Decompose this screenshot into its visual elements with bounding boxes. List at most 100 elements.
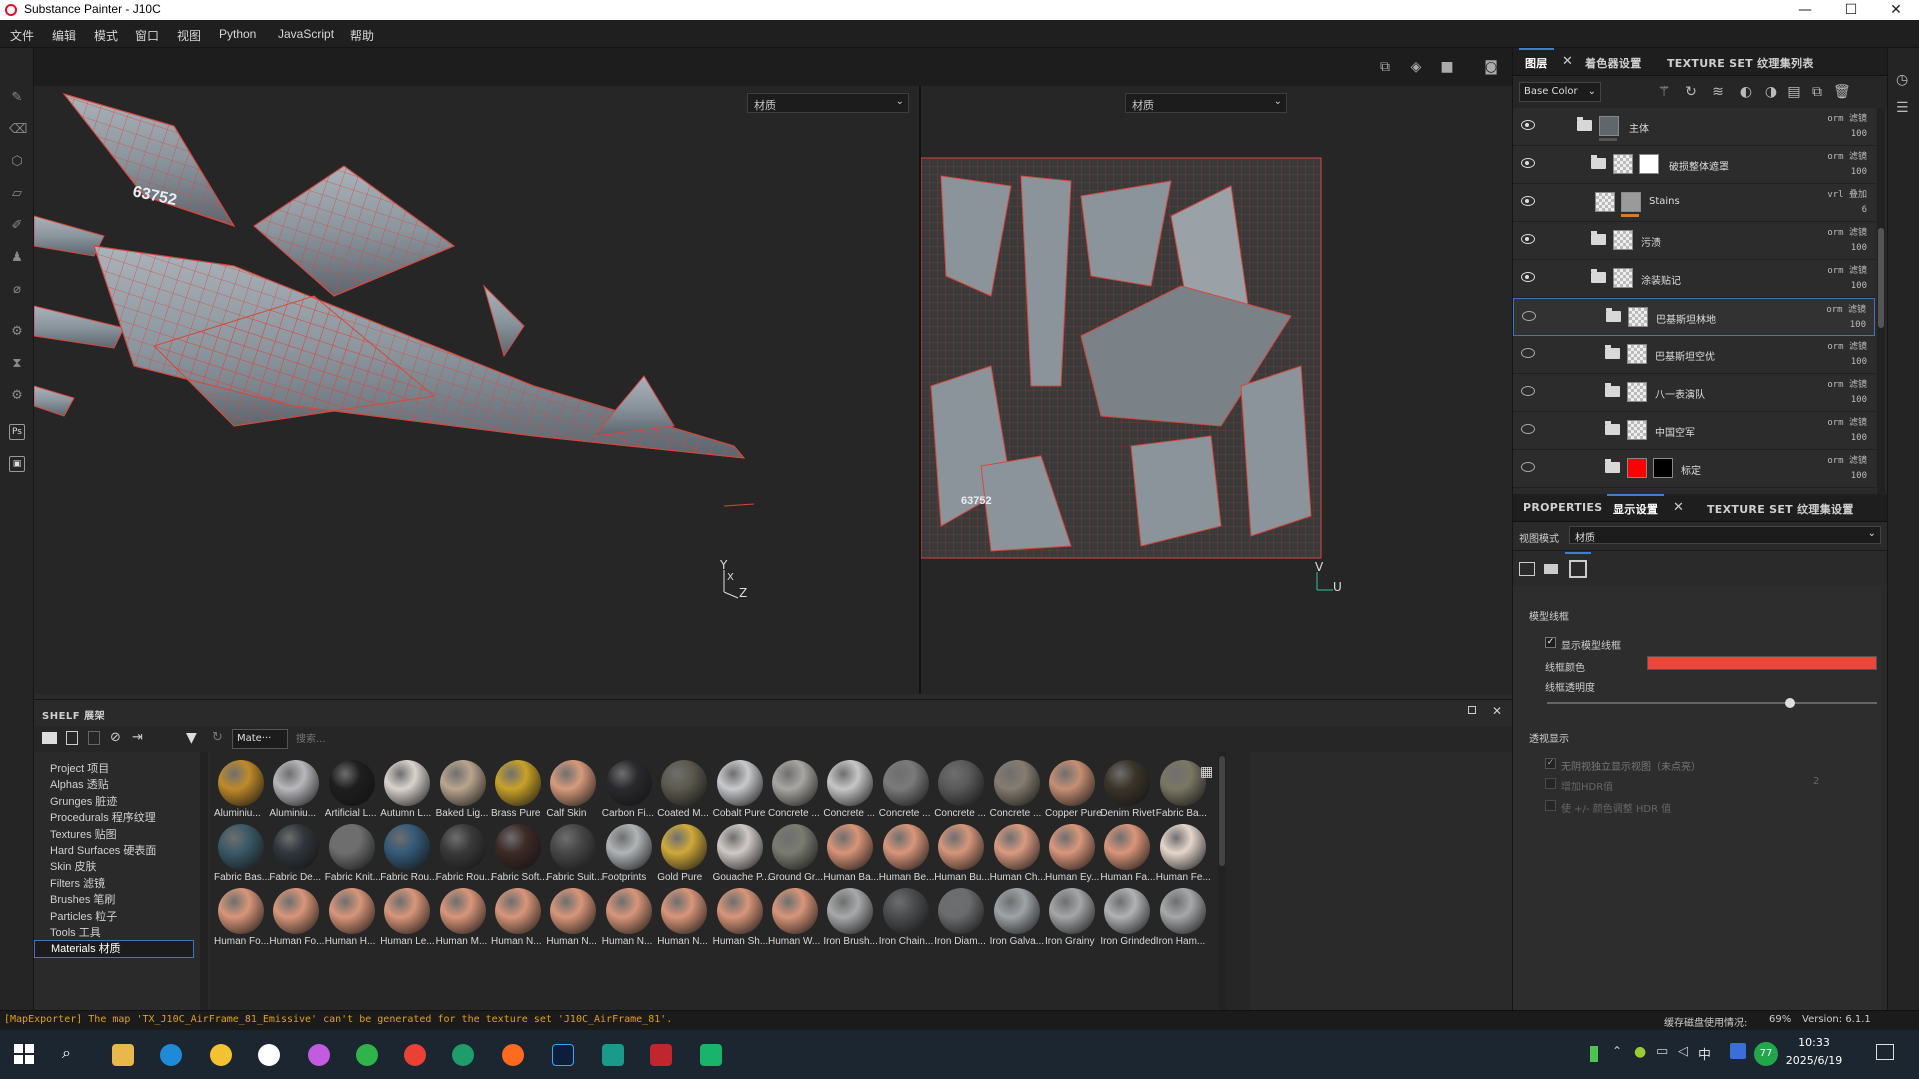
material-thumbnail[interactable]: Concrete ... — [823, 758, 877, 822]
material-thumbnail[interactable]: Concrete ... — [934, 758, 988, 822]
hide-icon[interactable]: ⊘ — [110, 730, 121, 745]
shelf-category-item[interactable]: Brushes 笔刷 — [50, 891, 115, 907]
folder-icon[interactable] — [42, 732, 57, 744]
material-thumbnail[interactable]: Human N... — [546, 886, 600, 950]
screenshot-icon[interactable]: ◙ — [1482, 59, 1500, 75]
material-thumbnail[interactable]: Baked Lig... — [436, 758, 490, 822]
browser-icon[interactable] — [210, 1044, 232, 1066]
show-wireframe-checkbox[interactable]: ✓ — [1545, 637, 1556, 648]
duplicate-icon[interactable]: ⧉ — [1809, 84, 1825, 100]
windows-start-icon[interactable] — [14, 1044, 34, 1064]
wire-color-swatch[interactable] — [1647, 656, 1877, 670]
clock-time[interactable]: 10:33 — [1784, 1036, 1844, 1049]
material-thumbnail[interactable]: Gouache P... — [713, 822, 769, 886]
tab-display-settings[interactable]: 显示设置 — [1606, 494, 1665, 517]
scrollbar-thumb[interactable] — [1878, 228, 1884, 328]
network-icon[interactable]: ▭ — [1656, 1044, 1668, 1059]
material-thumbnail[interactable]: Human Fo... — [214, 886, 269, 950]
qq-icon[interactable] — [258, 1044, 280, 1066]
search-icon[interactable]: ⌕ — [62, 1043, 71, 1063]
paint-brush-icon[interactable]: ✎ — [9, 90, 25, 106]
layer-opacity[interactable]: 6 — [1862, 205, 1867, 215]
visibility-eye-icon[interactable] — [1521, 120, 1535, 130]
tab-texture-set-settings[interactable]: TEXTURE SET 纹理集设置 — [1707, 501, 1854, 517]
material-thumbnail[interactable]: Human Fe... — [1156, 822, 1211, 886]
material-thumbnail[interactable]: Human Fo... — [269, 886, 324, 950]
add-folder-icon[interactable]: ▤ — [1786, 84, 1802, 100]
shelf-category-item[interactable]: Hard Surfaces 硬表面 — [50, 842, 156, 858]
layer-opacity[interactable]: 100 — [1850, 320, 1866, 330]
shelf-search-input[interactable] — [290, 729, 1050, 749]
viewport-uv[interactable]: 材质 ⌄ 63752 V U — [921, 86, 1512, 694]
symmetry-icon[interactable]: ⧉ — [1376, 59, 1394, 75]
save-icon[interactable] — [88, 731, 100, 745]
material-thumbnail[interactable]: Artificial L... — [325, 758, 379, 822]
material-thumbnail[interactable]: Human Bu... — [934, 822, 990, 886]
close-icon[interactable]: ✕ — [1562, 54, 1573, 69]
layer-row[interactable]: 涂装贴记 orm 滤镜 100 — [1513, 260, 1875, 298]
minimize-button[interactable]: — — [1782, 0, 1828, 20]
visibility-eye-icon[interactable] — [1522, 311, 1536, 321]
add-effect-icon[interactable]: ↻ — [1683, 84, 1699, 100]
layer-row[interactable]: 主体 orm 滤镜 100 — [1513, 108, 1875, 146]
visibility-eye-icon[interactable] — [1521, 196, 1535, 206]
filter-tag[interactable]: Mate··· ✕ — [232, 729, 303, 749]
visibility-eye-icon[interactable] — [1521, 348, 1535, 358]
close-icon[interactable]: ✕ — [1492, 704, 1502, 718]
clock-date[interactable]: 2025/6/19 — [1776, 1054, 1852, 1067]
material-thumbnail[interactable]: Human N... — [602, 886, 656, 950]
layer-row[interactable]: 破损整体遮罩 orm 滤镜 100 — [1513, 146, 1875, 184]
material-thumbnail[interactable]: Human Fa... — [1100, 822, 1155, 886]
material-thumbnail[interactable]: Brass Pure — [491, 758, 545, 822]
photoshop-icon[interactable]: Ps — [9, 424, 25, 440]
delete-icon[interactable]: 🗑 — [1833, 84, 1851, 100]
color-picker-icon[interactable]: ⌀ — [9, 282, 25, 298]
file-explorer-icon[interactable] — [112, 1044, 134, 1066]
visibility-eye-icon[interactable] — [1521, 386, 1535, 396]
visibility-eye-icon[interactable] — [1521, 462, 1535, 472]
menu-window[interactable]: 窗口 — [135, 27, 159, 44]
camera-icon[interactable]: ■ — [1438, 59, 1456, 75]
visibility-eye-icon[interactable] — [1521, 424, 1535, 434]
firefox-icon[interactable] — [502, 1044, 524, 1066]
maximize-button[interactable]: ☐ — [1828, 0, 1874, 20]
material-thumbnail[interactable]: Denim Rivet — [1100, 758, 1155, 822]
layer-opacity[interactable]: 100 — [1851, 281, 1867, 291]
material-thumbnail[interactable]: Aluminiu... — [214, 758, 268, 822]
notification-badge[interactable]: 77 — [1754, 1042, 1778, 1066]
photoshop-taskbar-icon[interactable] — [552, 1044, 574, 1066]
close-icon[interactable]: ✕ — [1673, 500, 1684, 515]
layer-blend-mode[interactable]: orm 滤镜 — [1826, 302, 1866, 315]
material-thumbnail[interactable]: Gold Pure — [657, 822, 711, 886]
layer-blend-mode[interactable]: vrl 叠加 — [1827, 187, 1867, 200]
material-thumbnail[interactable]: Fabric Bas... — [214, 822, 270, 886]
material-thumbnail[interactable]: Concrete ... — [879, 758, 933, 822]
layer-blend-mode[interactable]: orm 滤镜 — [1827, 263, 1867, 276]
smudge-icon[interactable]: ✐ — [9, 218, 25, 234]
filter-icon[interactable]: ▼ — [186, 730, 197, 746]
layer-row[interactable]: 巴基斯坦空优 orm 滤镜 100 — [1513, 336, 1875, 374]
material-thumbnail[interactable]: Iron Grainy — [1045, 886, 1099, 950]
menu-python[interactable]: Python — [219, 27, 256, 41]
layer-row[interactable]: Stains vrl 叠加 6 — [1513, 184, 1875, 222]
viewer-settings-icon[interactable] — [1569, 560, 1587, 578]
layer-blend-mode[interactable]: orm 滤镜 — [1827, 111, 1867, 124]
layer-blend-mode[interactable]: orm 滤镜 — [1827, 377, 1867, 390]
view-mode-select[interactable]: 材质 ⌄ — [1569, 526, 1881, 544]
shelf-category-item[interactable]: Grunges 脏迹 — [50, 793, 117, 809]
material-thumbnail[interactable]: Coated M... — [657, 758, 711, 822]
polygon-fill-icon[interactable]: ▱ — [9, 186, 25, 202]
shelf-category-item[interactable]: Textures 贴图 — [50, 826, 117, 842]
layer-opacity[interactable]: 100 — [1851, 395, 1867, 405]
tray-app-icon[interactable]: ● — [1634, 1044, 1646, 1060]
layer-opacity[interactable]: 100 — [1851, 167, 1867, 177]
material-thumbnail[interactable]: Human Sh... — [713, 886, 768, 950]
ime-mode-icon[interactable] — [1730, 1043, 1746, 1059]
layer-blend-mode[interactable]: orm 滤镜 — [1827, 415, 1867, 428]
menu-javascript[interactable]: JavaScript — [278, 27, 334, 41]
layer-row[interactable]: 中国空军 orm 滤镜 100 — [1513, 412, 1875, 450]
import-icon[interactable]: ⇥ — [132, 730, 143, 745]
material-thumbnail[interactable]: Iron Ham... — [1156, 886, 1210, 950]
substance-painter-taskbar-icon[interactable] — [650, 1044, 672, 1066]
add-mask-icon[interactable]: ◑ — [1763, 84, 1779, 100]
